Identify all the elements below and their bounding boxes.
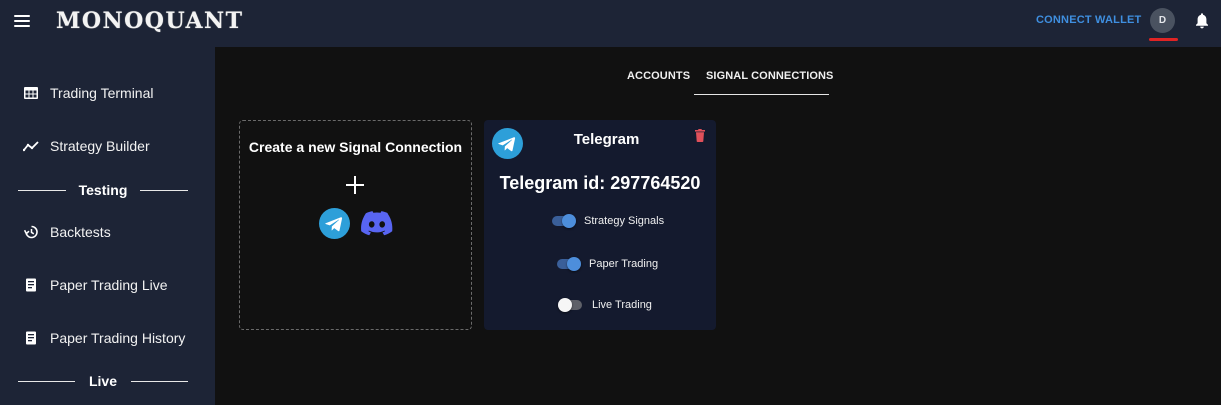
sidebar-item-label: Backtests: [50, 224, 111, 240]
switch-strategy-signals[interactable]: [550, 214, 576, 228]
toggle-paper-trading[interactable]: Paper Trading: [555, 257, 658, 271]
trash-icon[interactable]: [695, 129, 705, 142]
tab-accounts[interactable]: ACCOUNTS: [627, 70, 690, 82]
section-label: Testing: [78, 182, 128, 198]
tab-signal-connections[interactable]: SIGNAL CONNECTIONS: [706, 70, 834, 82]
menu-icon[interactable]: [14, 14, 32, 28]
telegram-id: Telegram id: 297764520: [499, 173, 701, 193]
sidebar-item-strategy-builder[interactable]: Strategy Builder: [0, 126, 215, 166]
create-signal-connection-card[interactable]: Create a new Signal Connection: [239, 120, 472, 330]
create-card-title: Create a new Signal Connection: [248, 139, 463, 155]
bell-icon[interactable]: [1194, 12, 1210, 30]
chart-line-icon: [23, 138, 39, 154]
active-tab-indicator: [694, 94, 829, 95]
switch-live-trading[interactable]: [558, 298, 584, 312]
toggle-label: Paper Trading: [589, 258, 659, 270]
sidebar-item-paper-trading-live[interactable]: Paper Trading Live: [0, 265, 215, 305]
section-divider-testing: Testing: [18, 182, 188, 198]
sidebar-item-label: Trading Terminal: [50, 85, 154, 101]
sidebar-item-trading-terminal[interactable]: Trading Terminal: [0, 73, 215, 113]
sidebar-item-label: Strategy Builder: [50, 138, 150, 154]
sidebar: Trading Terminal Strategy Builder Testin…: [0, 47, 215, 405]
section-divider-live: Live: [18, 373, 188, 389]
telegram-card-title: Telegram: [573, 131, 640, 148]
discord-icon[interactable]: [361, 211, 393, 236]
connect-wallet-button[interactable]: CONNECT WALLET: [1036, 14, 1141, 26]
toggle-live-trading[interactable]: Live Trading: [558, 298, 652, 312]
plus-icon[interactable]: [346, 176, 364, 194]
receipt-icon: [23, 277, 39, 293]
telegram-icon[interactable]: [319, 208, 350, 239]
top-bar: MONOQUANT CONNECT WALLET D: [0, 0, 1221, 47]
sidebar-item-paper-trading-history[interactable]: Paper Trading History: [0, 318, 215, 358]
section-label: Live: [88, 373, 117, 389]
receipt-icon: [23, 330, 39, 346]
table-icon: [23, 85, 39, 101]
sidebar-item-label: Paper Trading Live: [50, 277, 168, 293]
sidebar-item-label: Paper Trading History: [50, 330, 186, 346]
toggle-strategy-signals[interactable]: Strategy Signals: [550, 214, 664, 228]
switch-paper-trading[interactable]: [555, 257, 581, 271]
telegram-connection-card: Telegram Telegram id: 297764520 Strategy…: [484, 120, 716, 330]
avatar-indicator: [1149, 38, 1178, 41]
toggle-label: Live Trading: [592, 299, 652, 311]
sidebar-item-backtests[interactable]: Backtests: [0, 212, 215, 252]
history-icon: [23, 224, 39, 240]
app-logo[interactable]: MONOQUANT: [56, 8, 244, 34]
avatar[interactable]: D: [1150, 8, 1175, 33]
toggle-label: Strategy Signals: [584, 215, 665, 227]
